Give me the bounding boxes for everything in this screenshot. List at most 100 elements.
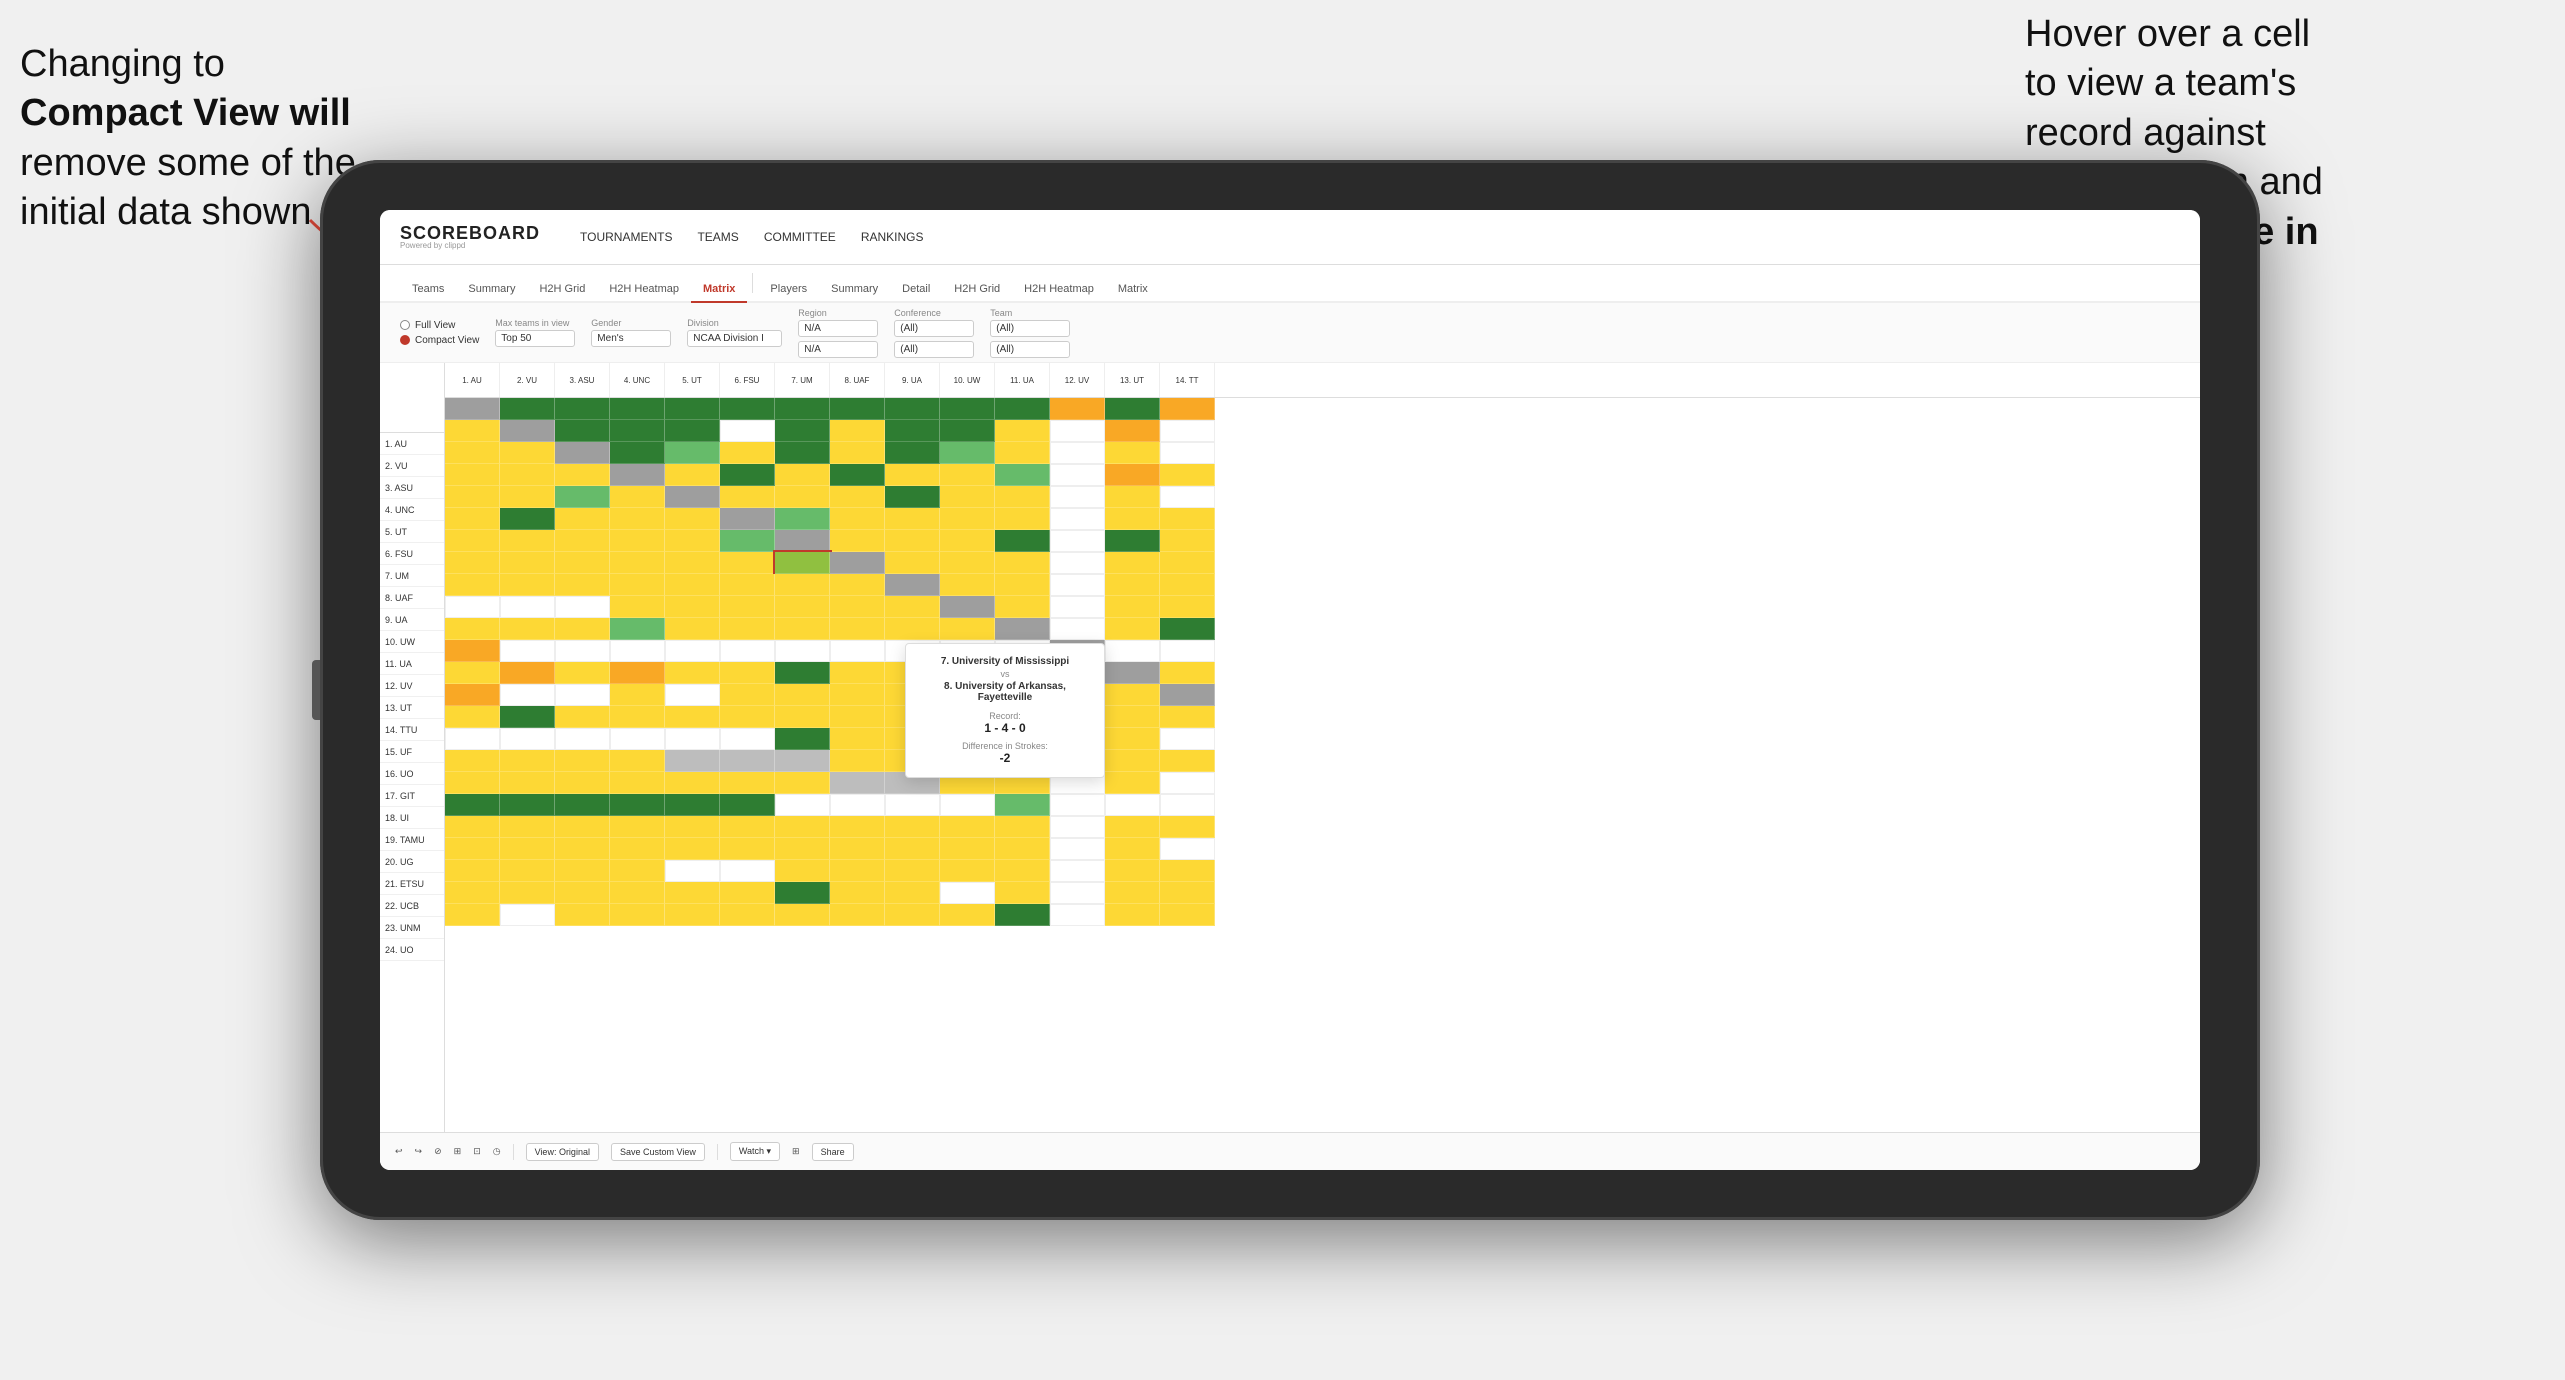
grid-cell[interactable]	[885, 618, 940, 640]
grid-cell[interactable]	[1160, 420, 1215, 442]
grid-cell[interactable]	[1050, 618, 1105, 640]
grid-cell[interactable]	[1105, 772, 1160, 794]
grid-cell[interactable]	[500, 706, 555, 728]
grid-cell[interactable]	[445, 772, 500, 794]
grid-cell[interactable]	[1105, 420, 1160, 442]
nav-rankings[interactable]: RANKINGS	[861, 226, 924, 248]
grid-cell[interactable]	[665, 508, 720, 530]
grid-cell[interactable]	[445, 398, 500, 420]
sub-tab-detail[interactable]: Detail	[890, 277, 942, 303]
grid-cell[interactable]	[610, 706, 665, 728]
grid-cell[interactable]	[1105, 728, 1160, 750]
grid-cell[interactable]	[940, 860, 995, 882]
grid-cell[interactable]	[885, 596, 940, 618]
grid-cell[interactable]	[830, 728, 885, 750]
team-select-2[interactable]: (All)	[990, 341, 1070, 358]
grid-cell[interactable]	[1105, 838, 1160, 860]
grid-cell[interactable]	[610, 464, 665, 486]
grid-cell[interactable]	[555, 420, 610, 442]
grid-cell[interactable]	[665, 728, 720, 750]
grid-cell[interactable]	[1160, 398, 1215, 420]
grid-cell[interactable]	[995, 574, 1050, 596]
sub-tab-matrix-right[interactable]: Matrix	[1106, 277, 1160, 303]
grid-cell[interactable]	[885, 420, 940, 442]
grid-cell[interactable]	[445, 574, 500, 596]
grid-cell[interactable]	[500, 640, 555, 662]
grid-cell[interactable]	[720, 838, 775, 860]
grid-cell[interactable]	[940, 420, 995, 442]
grid-cell[interactable]	[665, 464, 720, 486]
grid-cell[interactable]	[885, 794, 940, 816]
grid-cell[interactable]	[500, 684, 555, 706]
region-select-1[interactable]: N/A	[798, 320, 878, 337]
grid-cell[interactable]	[830, 618, 885, 640]
grid-cell[interactable]	[1160, 706, 1215, 728]
grid-cell[interactable]	[1160, 574, 1215, 596]
grid-cell[interactable]	[610, 552, 665, 574]
sub-tab-teams[interactable]: Teams	[400, 277, 456, 303]
grid-cell[interactable]	[885, 398, 940, 420]
compact-view-radio[interactable]	[400, 335, 410, 345]
grid-cell[interactable]	[995, 860, 1050, 882]
grid-cell[interactable]	[995, 794, 1050, 816]
grid-cell[interactable]	[775, 420, 830, 442]
grid-cell[interactable]	[885, 838, 940, 860]
watch-button[interactable]: Watch ▾	[730, 1142, 780, 1161]
grid-cell[interactable]	[665, 882, 720, 904]
view-original-button[interactable]: View: Original	[526, 1143, 599, 1161]
grid-cell[interactable]	[830, 640, 885, 662]
grid-cell[interactable]	[555, 618, 610, 640]
grid-cell[interactable]	[500, 794, 555, 816]
grid-cell[interactable]	[665, 640, 720, 662]
grid-cell[interactable]	[610, 640, 665, 662]
grid-cell[interactable]	[830, 662, 885, 684]
grid-cell[interactable]	[1050, 552, 1105, 574]
grid-cell[interactable]	[995, 486, 1050, 508]
grid-cell[interactable]	[775, 640, 830, 662]
grid-cell[interactable]	[940, 530, 995, 552]
grid-cell[interactable]	[720, 728, 775, 750]
grid-cell[interactable]	[720, 508, 775, 530]
grid-cell[interactable]	[720, 684, 775, 706]
grid-cell[interactable]	[610, 486, 665, 508]
grid-cell[interactable]	[995, 552, 1050, 574]
grid-cell[interactable]	[940, 794, 995, 816]
grid-cell[interactable]	[1050, 904, 1105, 926]
grid-cell[interactable]	[1050, 816, 1105, 838]
grid-cell[interactable]	[830, 750, 885, 772]
grid-cell[interactable]	[665, 816, 720, 838]
grid-cell[interactable]	[1160, 860, 1215, 882]
grid-cell[interactable]	[610, 838, 665, 860]
nav-committee[interactable]: COMMITTEE	[764, 226, 836, 248]
grid-cell[interactable]	[995, 816, 1050, 838]
grid-cell[interactable]	[940, 882, 995, 904]
grid-cell[interactable]	[665, 904, 720, 926]
grid-cell[interactable]	[445, 596, 500, 618]
grid-cell[interactable]	[665, 662, 720, 684]
grid-cell[interactable]	[665, 552, 720, 574]
grid-cell[interactable]	[720, 640, 775, 662]
toolbar-btn-4[interactable]: ⊞	[454, 1146, 462, 1157]
grid-cell[interactable]	[720, 486, 775, 508]
share-button[interactable]: Share	[812, 1143, 854, 1161]
conference-select-2[interactable]: (All)	[894, 341, 974, 358]
grid-cell[interactable]	[720, 442, 775, 464]
toolbar-btn-6[interactable]: ◷	[493, 1146, 501, 1157]
grid-cell[interactable]	[665, 860, 720, 882]
grid-cell[interactable]	[885, 486, 940, 508]
grid-cell[interactable]	[665, 442, 720, 464]
grid-cell[interactable]	[445, 552, 500, 574]
grid-cell[interactable]	[885, 904, 940, 926]
grid-cell[interactable]	[775, 772, 830, 794]
grid-cell[interactable]	[1105, 860, 1160, 882]
grid-cell[interactable]	[1160, 772, 1215, 794]
grid-cell[interactable]	[555, 574, 610, 596]
grid-cell[interactable]	[1105, 882, 1160, 904]
grid-cell[interactable]	[610, 684, 665, 706]
grid-cell[interactable]	[445, 816, 500, 838]
grid-cell[interactable]	[720, 750, 775, 772]
grid-cell[interactable]	[995, 464, 1050, 486]
grid-cell[interactable]	[1105, 904, 1160, 926]
grid-cell[interactable]	[1105, 640, 1160, 662]
grid-cell[interactable]	[665, 706, 720, 728]
